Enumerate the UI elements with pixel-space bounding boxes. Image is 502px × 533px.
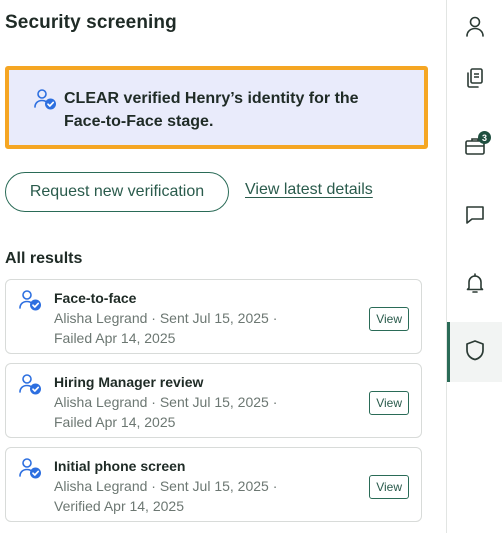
shield-icon [463, 338, 487, 367]
result-meta: Alisha Legrand · Sent Jul 15, 2025 · [54, 478, 278, 494]
bell-icon [463, 271, 487, 300]
user-verified-icon [18, 288, 42, 312]
documents-icon [463, 66, 487, 95]
rail-item-notifications[interactable] [447, 257, 502, 313]
result-title: Initial phone screen [54, 458, 186, 474]
main-panel: Security screening CLEAR verified Henry’… [0, 0, 447, 533]
result-title: Face-to-face [54, 290, 137, 306]
notification-count-badge: 3 [478, 131, 491, 144]
rail-item-jobs[interactable]: 3 [447, 120, 502, 176]
result-card: Initial phone screen Alisha Legrand · Se… [5, 447, 422, 522]
request-new-verification-button[interactable]: Request new verification [5, 172, 229, 212]
side-rail: 3 [447, 0, 502, 533]
all-results-heading: All results [5, 250, 83, 267]
rail-item-messages[interactable] [447, 189, 502, 245]
rail-item-documents[interactable] [447, 52, 502, 108]
result-status: Verified Apr 14, 2025 [54, 498, 184, 514]
user-verified-icon [18, 372, 42, 396]
result-card: Hiring Manager review Alisha Legrand · S… [5, 363, 422, 438]
view-result-button[interactable]: View [369, 475, 409, 499]
rail-item-profile[interactable] [447, 0, 502, 56]
user-verified-icon [33, 87, 57, 111]
result-meta: Alisha Legrand · Sent Jul 15, 2025 · [54, 394, 278, 410]
view-result-button[interactable]: View [369, 391, 409, 415]
result-card: Face-to-face Alisha Legrand · Sent Jul 1… [5, 279, 422, 354]
view-latest-details-link[interactable]: View latest details [245, 181, 373, 199]
page-title: Security screening [5, 12, 177, 33]
result-meta: Alisha Legrand · Sent Jul 15, 2025 · [54, 310, 278, 326]
verification-banner: CLEAR verified Henry’s identity for the … [5, 66, 428, 149]
user-verified-icon [18, 456, 42, 480]
view-result-button[interactable]: View [369, 307, 409, 331]
result-title: Hiring Manager review [54, 374, 204, 390]
banner-text: CLEAR verified Henry’s identity for the … [64, 90, 359, 130]
result-status: Failed Apr 14, 2025 [54, 330, 176, 346]
result-status: Failed Apr 14, 2025 [54, 414, 176, 430]
chat-icon [463, 203, 487, 232]
person-icon [463, 14, 487, 43]
rail-item-security[interactable] [447, 322, 502, 382]
